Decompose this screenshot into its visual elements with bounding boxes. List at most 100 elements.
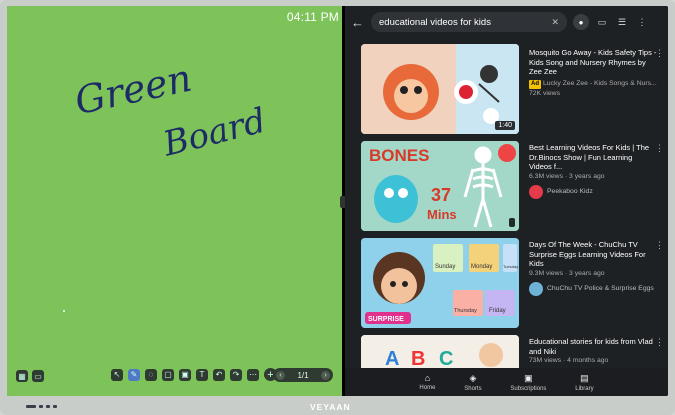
- video-thumbnail[interactable]: BONES 37 Mins: [361, 141, 519, 231]
- more-tools-icon[interactable]: ⋯: [247, 368, 259, 381]
- thumb-text-c: C: [439, 348, 453, 370]
- screen: 04:11 PM Green Board ▦ ▭ ↖ ✎ ◌ ▢ ▣ T ↶ ↷…: [7, 6, 668, 396]
- video-meta: 6.3M views · 3 years ago: [529, 172, 605, 180]
- board-toolbar: ↖ ✎ ◌ ▢ ▣ T ↶ ↷ ⋯ +: [111, 368, 277, 381]
- results-list: 1:40 Mosquito Go Away - Kids Safety Tips…: [345, 42, 668, 375]
- thumb-text-friday: Friday: [489, 308, 506, 314]
- clock: 04:11 PM: [286, 10, 339, 24]
- shape-tool-icon[interactable]: ▢: [162, 368, 174, 381]
- nav-label: Home: [419, 385, 436, 391]
- thumb-text-a: A: [385, 348, 399, 370]
- youtube-app: ← educational videos for kids ✕ ● ▭ ☰ ⋮: [345, 6, 668, 396]
- indicator-light: [26, 405, 36, 408]
- handwriting: Green Board: [71, 56, 267, 165]
- channel-row[interactable]: ChuChu TV Police & Surprise Eggs: [529, 281, 657, 296]
- video-info: Days Of The Week - ChuChu TV Surprise Eg…: [529, 240, 657, 296]
- thumb-text-b: B: [411, 348, 425, 370]
- handwriting-word-2: Board: [158, 101, 267, 165]
- prev-page-icon[interactable]: ‹: [276, 370, 285, 380]
- thumb-text-thursday: Thursday: [454, 308, 477, 314]
- video-meta: 72K views: [529, 89, 560, 97]
- handwriting-word-1: Green: [71, 56, 196, 123]
- video-title[interactable]: Days Of The Week - ChuChu TV Surprise Eg…: [529, 240, 657, 269]
- device-brand-logo: VEYAAN: [310, 402, 351, 412]
- video-meta: 73M views · 4 months ago: [529, 357, 609, 364]
- pen-tool-icon[interactable]: ✎: [128, 368, 140, 381]
- subscriptions-icon: ▣: [524, 372, 533, 383]
- video-thumbnail[interactable]: 1:40: [361, 44, 519, 134]
- video-duration: 1:40: [495, 121, 515, 130]
- eraser-tool-icon[interactable]: ◌: [145, 368, 157, 381]
- cast-icon[interactable]: ▭: [595, 15, 609, 29]
- video-channel-line: Ad Lucky Zee Zee - Kids Songs & Nurs...: [529, 79, 657, 89]
- next-page-icon[interactable]: ›: [321, 370, 330, 380]
- video-result[interactable]: 1:40 Mosquito Go Away - Kids Safety Tips…: [345, 42, 668, 139]
- nav-library[interactable]: ▤ Library: [575, 373, 593, 392]
- filter-icon[interactable]: ☰: [615, 15, 629, 29]
- ad-badge: Ad: [529, 79, 541, 89]
- nav-label: Library: [575, 385, 594, 392]
- back-arrow-icon[interactable]: ←: [351, 15, 365, 30]
- youtube-bottom-nav: ⌂ Home ◈ Shorts ▣ Subscriptions ▤ Librar…: [345, 368, 668, 396]
- indicator-light: [46, 405, 50, 408]
- search-input[interactable]: educational videos for kids ✕: [371, 12, 567, 32]
- home-icon: ⌂: [424, 373, 431, 383]
- select-tool-icon[interactable]: ↖: [111, 368, 123, 381]
- nav-label: Subscriptions: [510, 385, 547, 392]
- video-result[interactable]: A B C Educational stories for kids from …: [345, 333, 668, 375]
- indicator-light: [53, 405, 57, 408]
- pen-dot: [63, 310, 65, 312]
- bones-thumbnail-art: BONES 37 Mins: [361, 141, 519, 231]
- thumb-text-bones: BONES: [369, 146, 429, 165]
- device-indicators: [26, 405, 57, 408]
- video-channel[interactable]: Lucky Zee Zee - Kids Songs & Nurs...: [543, 80, 657, 87]
- video-title[interactable]: Best Learning Videos For Kids | The Dr.B…: [529, 143, 657, 172]
- video-more-icon[interactable]: ⋮: [655, 240, 664, 251]
- page-indicator: 1/1: [297, 370, 309, 380]
- image-tool-icon[interactable]: ▣: [179, 368, 191, 381]
- more-options-icon[interactable]: ⋮: [635, 15, 649, 29]
- video-title[interactable]: Mosquito Go Away - Kids Safety Tips - Ki…: [529, 48, 657, 77]
- thumb-text-37: 37: [431, 185, 451, 205]
- video-more-icon[interactable]: ⋮: [655, 143, 664, 154]
- video-duration: ​: [509, 218, 515, 227]
- video-channel: ChuChu TV Police & Surprise Eggs: [547, 284, 654, 292]
- search-query: educational videos for kids: [379, 16, 491, 28]
- video-more-icon[interactable]: ⋮: [655, 48, 664, 59]
- video-more-icon[interactable]: ⋮: [655, 337, 664, 348]
- page-navigator: ‹ 1/1 ›: [273, 368, 333, 382]
- microphone-icon[interactable]: ●: [573, 14, 589, 30]
- whiteboard-canvas[interactable]: 04:11 PM Green Board ▦ ▭ ↖ ✎ ◌ ▢ ▣ T ↶ ↷…: [7, 6, 343, 396]
- nav-subscriptions[interactable]: ▣ Subscriptions: [510, 373, 546, 392]
- thumb-text-mins: Mins: [427, 207, 457, 222]
- menu-icon[interactable]: ▦: [16, 370, 28, 382]
- folder-icon[interactable]: ▭: [32, 370, 44, 382]
- chuchu-thumbnail-art: Sunday Monday Tuesday Thursday Friday SU…: [361, 238, 519, 328]
- text-tool-icon[interactable]: T: [196, 368, 208, 381]
- shorts-icon: ◈: [469, 372, 477, 383]
- video-channel: Peekaboo Kidz: [547, 187, 593, 195]
- video-result[interactable]: Sunday Monday Tuesday Thursday Friday SU…: [345, 236, 668, 333]
- channel-row[interactable]: Peekaboo Kidz: [529, 184, 657, 199]
- undo-icon[interactable]: ↶: [213, 368, 225, 381]
- video-title[interactable]: Educational stories for kids from Vlad a…: [529, 337, 657, 356]
- video-info: Best Learning Videos For Kids | The Dr.B…: [529, 143, 657, 199]
- video-info: Educational stories for kids from Vlad a…: [529, 337, 657, 365]
- thumb-text-surprise: SURPRISE: [368, 316, 404, 323]
- nav-home[interactable]: ⌂ Home: [419, 373, 435, 391]
- channel-avatar: [529, 281, 543, 296]
- nav-shorts[interactable]: ◈ Shorts: [464, 373, 481, 392]
- thumb-text-tuesday: Tuesday: [503, 264, 518, 269]
- indicator-light: [39, 405, 43, 408]
- redo-icon[interactable]: ↷: [230, 368, 242, 381]
- video-result[interactable]: BONES 37 Mins Best Learning Videos For K…: [345, 139, 668, 236]
- video-thumbnail[interactable]: Sunday Monday Tuesday Thursday Friday SU…: [361, 238, 519, 328]
- board-toolbar-left: ▦ ▭: [16, 370, 44, 382]
- video-info: Mosquito Go Away - Kids Safety Tips - Ki…: [529, 48, 657, 98]
- clear-search-icon[interactable]: ✕: [551, 17, 559, 28]
- library-icon: ▤: [580, 372, 589, 383]
- thumb-text-monday: Monday: [471, 264, 492, 270]
- thumb-text-sunday: Sunday: [435, 264, 455, 270]
- nav-label: Shorts: [464, 385, 482, 392]
- channel-avatar: [529, 184, 543, 199]
